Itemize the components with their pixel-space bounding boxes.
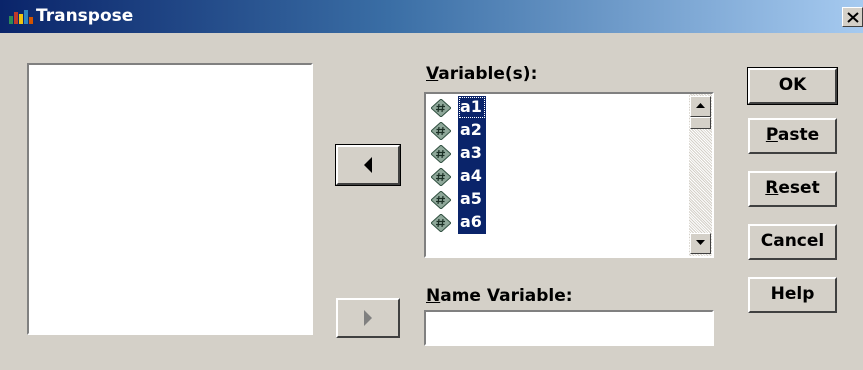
scale-variable-icon — [431, 145, 451, 163]
spss-app-icon — [9, 10, 33, 24]
close-icon — [847, 12, 859, 23]
name-variable-label: Name Variable: — [426, 286, 573, 306]
help-button[interactable]: Help — [748, 277, 837, 313]
scale-variable-icon — [431, 168, 451, 186]
scale-variable-icon — [431, 191, 451, 209]
variable-list-item[interactable]: a5 — [428, 188, 688, 211]
transpose-dialog: Transpose Variable(s): a1a2a3a4a5a6 — [0, 0, 863, 370]
variable-name: a3 — [458, 142, 486, 165]
variable-name: a2 — [458, 119, 486, 142]
variables-scrollbar[interactable] — [689, 94, 712, 256]
variables-list[interactable]: a1 a2 a3 a4 a5 a6 — [424, 92, 714, 258]
scroll-up-icon — [696, 103, 705, 108]
scale-variable-icon — [431, 99, 451, 117]
name-variable-field[interactable] — [424, 310, 714, 346]
move-left-button[interactable] — [335, 144, 401, 186]
variable-list-item[interactable]: a2 — [428, 119, 688, 142]
ok-button[interactable]: OK — [747, 67, 838, 105]
cancel-button[interactable]: Cancel — [748, 224, 837, 260]
title-bar[interactable]: Transpose — [0, 0, 863, 33]
variable-list-item[interactable]: a1 — [428, 96, 688, 119]
scroll-up-button[interactable] — [690, 96, 711, 117]
arrow-right-icon — [364, 310, 372, 326]
close-button[interactable] — [842, 7, 863, 27]
variables-items: a1 a2 a3 a4 a5 a6 — [428, 96, 688, 234]
scroll-down-icon — [696, 240, 705, 245]
move-right-button[interactable] — [336, 298, 400, 338]
variable-name: a6 — [458, 211, 486, 234]
variable-name: a5 — [458, 188, 486, 211]
source-variable-list[interactable] — [27, 63, 313, 335]
window-title: Transpose — [36, 6, 134, 26]
variable-name: a4 — [458, 165, 486, 188]
variable-list-item[interactable]: a3 — [428, 142, 688, 165]
variables-label: Variable(s): — [426, 64, 538, 84]
variable-list-item[interactable]: a4 — [428, 165, 688, 188]
arrow-left-icon — [364, 157, 372, 173]
scale-variable-icon — [431, 122, 451, 140]
scroll-thumb[interactable] — [690, 117, 711, 129]
paste-button[interactable]: Paste — [748, 118, 837, 154]
variable-name: a1 — [458, 96, 486, 119]
scroll-down-button[interactable] — [690, 233, 711, 254]
reset-button[interactable]: Reset — [748, 171, 837, 207]
scale-variable-icon — [431, 214, 451, 232]
variable-list-item[interactable]: a6 — [428, 211, 688, 234]
